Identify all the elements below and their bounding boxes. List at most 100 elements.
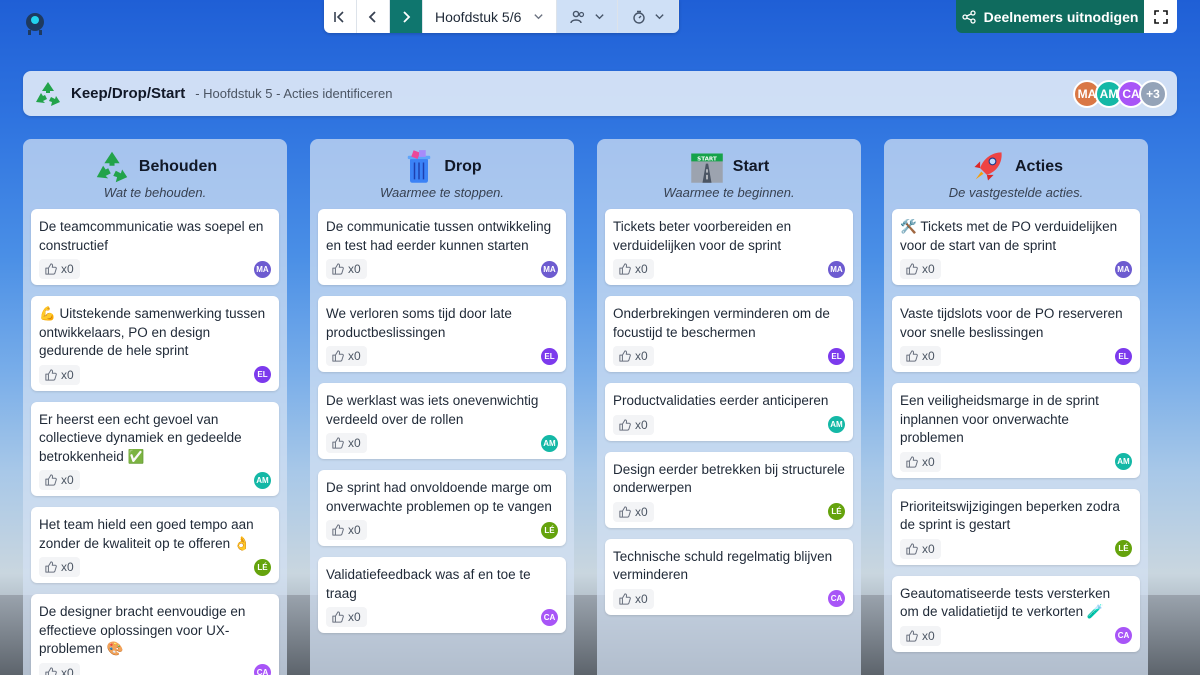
like-button[interactable]: x0 — [39, 259, 80, 279]
like-button[interactable]: x0 — [900, 259, 941, 279]
thumbs-up-icon — [332, 524, 344, 536]
fullscreen-button[interactable] — [1144, 0, 1177, 33]
idea-card[interactable]: De designer bracht eenvoudige en effecti… — [31, 594, 279, 675]
like-button[interactable]: x0 — [613, 414, 654, 435]
vote-count: x0 — [922, 454, 935, 469]
vote-count: x0 — [635, 349, 648, 363]
idea-card[interactable]: 💪 Uitstekende samenwerking tussen ontwik… — [31, 296, 279, 391]
like-button[interactable]: x0 — [39, 662, 80, 675]
idea-card[interactable]: De communicatie tussen ontwikkeling en t… — [318, 209, 566, 285]
page-title: Keep/Drop/Start — [71, 85, 186, 102]
card-footer: x0 MA — [900, 259, 1132, 279]
vote-count: x0 — [635, 591, 648, 606]
activity-header: Keep/Drop/Start - Hoofdstuk 5 - Acties i… — [23, 71, 1177, 116]
first-chapter-button[interactable] — [324, 0, 357, 33]
next-chapter-button[interactable] — [390, 0, 423, 33]
card-text: We verloren soms tijd door late productb… — [326, 306, 512, 340]
like-button[interactable]: x0 — [900, 346, 941, 366]
idea-card[interactable]: Validatiefeedback was af en toe te traag… — [318, 557, 566, 633]
like-button[interactable]: x0 — [39, 364, 80, 385]
chapter-select[interactable]: Hoofdstuk 5/6 — [423, 0, 557, 33]
card-text: Geautomatiseerde tests versterken om de … — [900, 585, 1111, 620]
card-footer: x0 AM — [39, 470, 271, 490]
previous-chapter-button[interactable] — [357, 0, 390, 33]
card-text: De teamcommunicatie was soepel en constr… — [39, 219, 264, 253]
card-list: De teamcommunicatie was soepel en constr… — [31, 209, 279, 675]
like-button[interactable]: x0 — [326, 607, 367, 627]
card-footer: x0 LÉ — [900, 538, 1132, 559]
card-footer: x0 LÉ — [39, 557, 271, 577]
author-avatar: MA — [254, 260, 271, 278]
card-text: De werklast was iets onevenwichtig verde… — [326, 393, 539, 427]
recycle-icon — [33, 80, 63, 108]
like-button[interactable]: x0 — [613, 501, 654, 522]
vote-count: x0 — [922, 262, 935, 276]
idea-card[interactable]: 🛠️ Tickets met de PO verduidelijken voor… — [892, 209, 1140, 285]
vote-count: x0 — [635, 504, 648, 519]
author-avatar: CA — [254, 664, 271, 675]
vote-count: x0 — [348, 523, 361, 537]
thumbs-up-icon — [45, 263, 57, 275]
thumbs-up-icon — [619, 418, 631, 431]
idea-card[interactable]: We verloren soms tijd door late productb… — [318, 296, 566, 372]
idea-card[interactable]: De teamcommunicatie was soepel en constr… — [31, 209, 279, 285]
column-subtitle: De vastgestelde acties. — [948, 185, 1084, 200]
idea-card[interactable]: De werklast was iets onevenwichtig verde… — [318, 383, 566, 459]
thumbs-up-icon — [332, 611, 344, 623]
idea-card[interactable]: De sprint had onvoldoende marge om onver… — [318, 470, 566, 546]
timer-menu-button[interactable] — [618, 0, 679, 33]
vote-count: x0 — [61, 665, 74, 675]
idea-card[interactable]: Design eerder betrekken bij structurele … — [605, 451, 853, 528]
vote-count: x0 — [348, 349, 361, 363]
card-text: Prioriteitswijzigingen beperken zodra de… — [900, 498, 1120, 533]
thumbs-up-icon — [45, 561, 57, 573]
column-drop: Drop Waarmee te stoppen. De communicatie… — [310, 139, 574, 675]
like-button[interactable]: x0 — [900, 625, 941, 646]
idea-card[interactable]: Technische schuld regelmatig blijven ver… — [605, 538, 853, 615]
invite-participants-button[interactable]: Deelnemers uitnodigen — [956, 0, 1144, 33]
like-button[interactable]: x0 — [326, 259, 367, 279]
app-logo[interactable] — [20, 6, 50, 36]
author-avatar: AM — [1115, 453, 1132, 470]
like-button[interactable]: x0 — [613, 346, 654, 366]
card-text: Het team hield een goed tempo aan zonder… — [39, 517, 254, 551]
idea-card[interactable]: Vaste tijdslots voor de PO reserveren vo… — [892, 296, 1140, 372]
like-button[interactable]: x0 — [613, 588, 654, 609]
idea-card[interactable]: Het team hield een goed tempo aan zonder… — [31, 507, 279, 583]
vote-count: x0 — [922, 628, 935, 643]
idea-card[interactable]: Geautomatiseerde tests versterken om de … — [892, 575, 1140, 652]
participant-avatars[interactable]: MA AM CA +3 — [1073, 79, 1167, 108]
like-button[interactable]: x0 — [326, 433, 367, 453]
chevron-down-icon — [654, 11, 665, 22]
card-footer: x0 EL — [39, 364, 271, 385]
like-button[interactable]: x0 — [326, 346, 367, 366]
author-avatar: MA — [828, 260, 845, 278]
idea-card[interactable]: Productvalidaties eerder anticiperen x0 AM — [605, 383, 853, 441]
like-button[interactable]: x0 — [613, 259, 654, 279]
thumbs-up-icon — [45, 368, 57, 381]
author-avatar: AM — [828, 416, 845, 433]
idea-card[interactable]: Onderbrekingen verminderen om de focusti… — [605, 296, 853, 372]
card-footer: x0 EL — [900, 346, 1132, 366]
column-header: Acties — [892, 139, 1140, 191]
like-button[interactable]: x0 — [39, 557, 80, 577]
idea-card[interactable]: Prioriteitswijzigingen beperken zodra de… — [892, 488, 1140, 565]
chapter-label: Hoofdstuk 5/6 — [435, 8, 522, 25]
thumbs-up-icon — [619, 263, 631, 275]
column-subtitle: Waarmee te stoppen. — [379, 185, 505, 200]
idea-card[interactable]: Tickets beter voorbereiden en verduideli… — [605, 209, 853, 285]
author-avatar: EL — [541, 347, 558, 365]
idea-card[interactable]: Een veiligheidsmarge in de sprint inplan… — [892, 383, 1140, 478]
thumbs-up-icon — [906, 455, 918, 468]
card-footer: x0 LÉ — [326, 520, 558, 540]
like-button[interactable]: x0 — [326, 520, 367, 540]
card-text: Een veiligheidsmarge in de sprint inplan… — [900, 393, 1099, 445]
thumbs-up-icon — [619, 350, 631, 362]
like-button[interactable]: x0 — [900, 451, 941, 472]
more-participants-badge[interactable]: +3 — [1139, 79, 1167, 108]
participants-menu-button[interactable] — [557, 0, 618, 33]
like-button[interactable]: x0 — [900, 538, 941, 559]
card-footer: x0 EL — [326, 346, 558, 366]
idea-card[interactable]: Er heerst een echt gevoel van collectiev… — [31, 401, 279, 496]
like-button[interactable]: x0 — [39, 470, 80, 490]
